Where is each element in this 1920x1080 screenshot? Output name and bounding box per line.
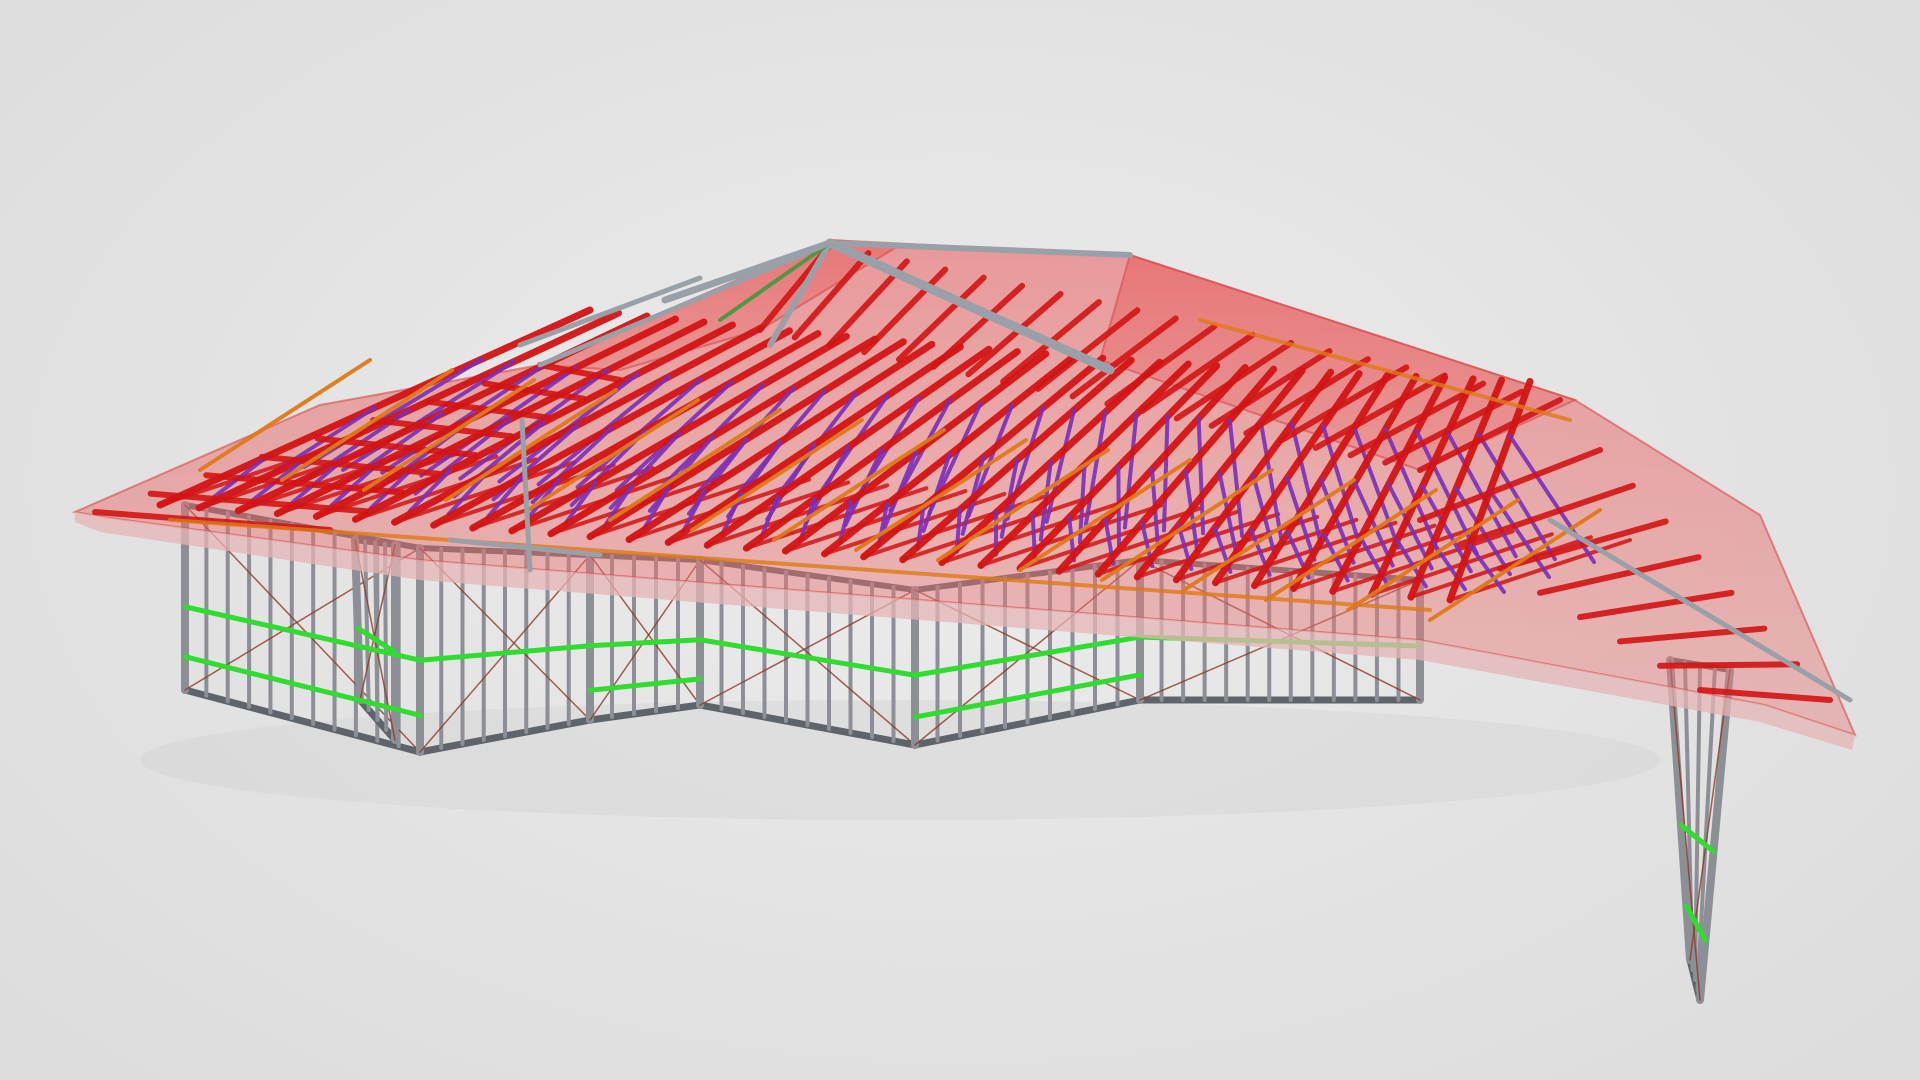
nogging — [587, 676, 703, 693]
3d-viewport[interactable] — [0, 0, 1920, 1080]
nogging — [587, 637, 703, 649]
gable-truss — [1657, 661, 1801, 669]
house-frame-model[interactable] — [0, 0, 1920, 1080]
ground-shadow — [140, 700, 1660, 820]
